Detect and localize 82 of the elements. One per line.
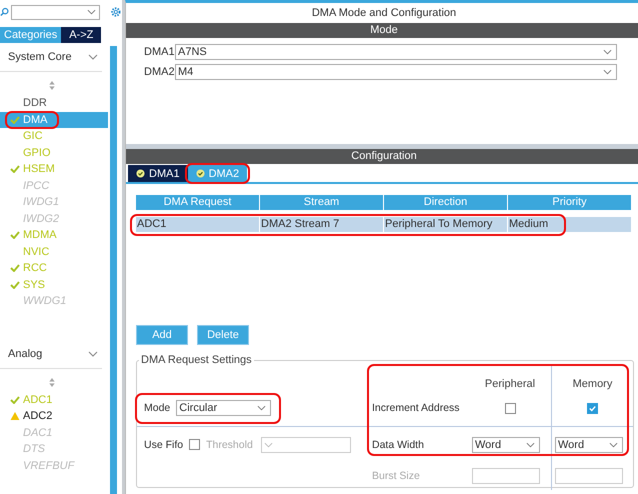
column-header[interactable]: Stream <box>260 195 383 210</box>
check-icon <box>10 231 20 240</box>
section-header: Mode <box>126 23 638 38</box>
peripheral-item[interactable]: WWDG1 <box>0 293 108 310</box>
chevron-down-icon[interactable] <box>88 350 98 356</box>
peripheral-item[interactable]: MDMA <box>0 227 108 244</box>
field-label: Burst Size <box>371 469 421 484</box>
table-cell: DMA2 Stream 7 <box>260 217 383 232</box>
chevron-down-icon <box>526 442 535 448</box>
chevron-down-icon <box>609 442 618 448</box>
sort-icon[interactable] <box>49 378 55 386</box>
column-header[interactable]: Direction <box>384 195 507 210</box>
group-title[interactable]: System Core <box>8 51 72 63</box>
field-label: Data Width <box>369 426 469 462</box>
check-circle-icon <box>196 169 205 178</box>
dropdown[interactable] <box>555 468 623 484</box>
chevron-down-icon <box>603 69 612 75</box>
search-field[interactable] <box>10 4 100 20</box>
dropdown[interactable] <box>260 436 351 452</box>
dropdown[interactable]: Word <box>472 436 540 452</box>
dropdown[interactable]: Circular <box>176 400 272 416</box>
peripheral-item[interactable]: HSEM <box>0 161 108 178</box>
peripheral-item[interactable]: DAC1 <box>0 424 108 441</box>
category-tab[interactable]: Categories <box>0 27 62 43</box>
field-label: Use Fifo <box>144 438 184 450</box>
dropdown[interactable]: Word <box>555 436 623 452</box>
peripheral-item[interactable]: ADC1 <box>0 392 108 408</box>
dma-tab[interactable]: DMA1 <box>128 165 188 182</box>
peripheral-item[interactable]: GPIO <box>0 144 108 161</box>
check-circle-icon <box>136 169 145 178</box>
table-cell: Peripheral To Memory <box>384 217 507 232</box>
field-label: Increment Address <box>371 401 461 416</box>
peripheral-item[interactable]: IWDG1 <box>0 194 108 210</box>
dropdown[interactable]: M4 <box>175 64 617 80</box>
peripheral-item[interactable]: DMA <box>0 112 108 128</box>
group-title: DMA Request Settings <box>140 354 253 366</box>
check-icon <box>10 396 20 404</box>
chevron-down-icon <box>87 9 96 15</box>
chevron-down-icon <box>264 442 273 448</box>
field-label: Mode <box>144 402 170 414</box>
column-header[interactable]: Priority <box>508 195 631 210</box>
search-icon <box>0 7 9 17</box>
chevron-down-icon[interactable] <box>88 54 98 60</box>
category-tab[interactable]: A->Z <box>61 27 102 43</box>
action-button[interactable]: Delete <box>197 325 249 345</box>
field-label: DMA1 <box>144 46 175 58</box>
check-icon <box>10 116 20 124</box>
peripheral-item[interactable]: IWDG2 <box>0 210 108 227</box>
column-header[interactable]: DMA Request <box>136 195 259 210</box>
dma-tab[interactable]: DMA2 <box>188 165 248 182</box>
check-icon <box>10 165 20 174</box>
action-button[interactable]: Add <box>136 325 188 345</box>
field-label: DMA2 <box>144 66 175 78</box>
section-header: Configuration <box>126 149 638 164</box>
column-header: Memory <box>551 366 633 390</box>
checkbox[interactable] <box>587 402 598 414</box>
peripheral-item[interactable]: DTS <box>0 441 108 458</box>
chevron-down-icon <box>257 405 266 411</box>
table-row[interactable]: ADC1 DMA2 Stream 7 Peripheral To Memory Medium <box>136 217 634 232</box>
peripheral-item[interactable]: SYS <box>0 276 108 293</box>
peripheral-item[interactable]: VREFBUF <box>0 458 108 474</box>
group-title[interactable]: Analog <box>8 348 42 360</box>
checkbox[interactable] <box>504 402 516 414</box>
peripheral-item[interactable]: RCC <box>0 260 108 276</box>
table-cell: ADC1 <box>136 217 259 232</box>
column-header: Peripheral <box>484 377 536 390</box>
gear-icon[interactable] <box>110 6 122 18</box>
peripheral-item[interactable]: ADC2 <box>0 408 108 424</box>
table-cell: Medium <box>508 217 631 232</box>
dropdown[interactable]: A7NS <box>175 44 617 60</box>
dropdown[interactable] <box>472 468 540 484</box>
checkbox[interactable] <box>189 439 200 450</box>
panel-title: DMA Mode and Configuration <box>310 6 458 21</box>
chevron-down-icon <box>603 49 612 55</box>
peripheral-item[interactable]: NVIC <box>0 244 108 260</box>
scrollbar[interactable] <box>110 46 117 494</box>
warning-icon <box>10 412 20 420</box>
peripheral-item[interactable]: GIC <box>0 128 108 144</box>
peripheral-item[interactable]: DDR <box>0 95 108 112</box>
peripheral-item[interactable]: IPCC <box>0 178 108 194</box>
sort-icon[interactable] <box>49 81 55 90</box>
field-label: Threshold <box>206 438 253 450</box>
